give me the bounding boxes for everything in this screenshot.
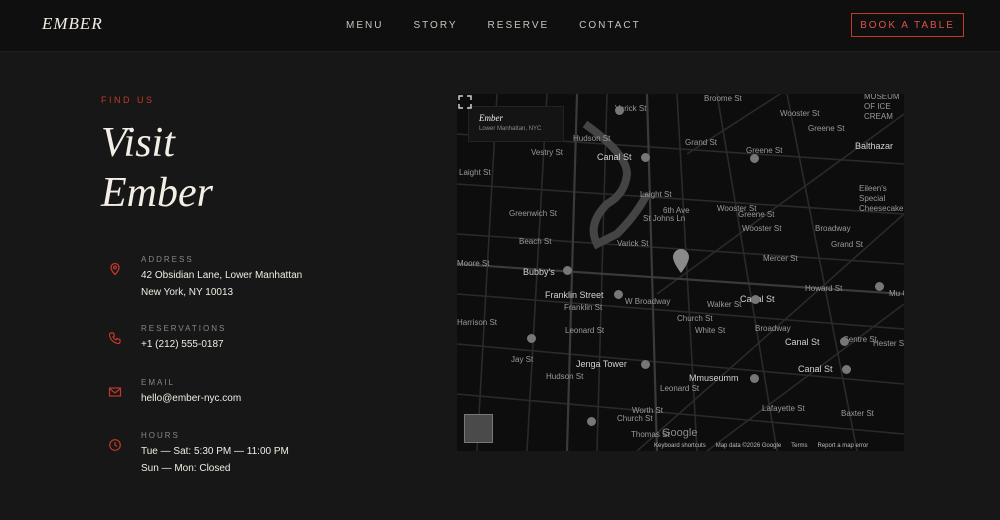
map-place-subtitle: Lower Manhattan, NYC <box>479 126 542 132</box>
map-poi-marker <box>587 417 596 426</box>
map-label: 6th Ave <box>663 206 690 215</box>
map-poi-marker <box>750 374 759 383</box>
map-label: Beach St <box>519 237 552 246</box>
phone-icon <box>108 332 121 345</box>
mail-icon <box>108 387 122 397</box>
map-poi-marker <box>875 282 884 291</box>
map-poi-marker <box>842 365 851 374</box>
map-label: Moore St <box>457 259 490 268</box>
address-line-2: New York, NY 10013 <box>141 287 234 298</box>
map-attribution: Keyboard shortcuts Map data ©2026 Google… <box>654 441 868 451</box>
map-label: Canal St <box>597 152 632 162</box>
map-label: Eileen's Special Cheesecake <box>859 184 904 213</box>
map-label: Howard St <box>805 284 843 293</box>
location-marker-icon[interactable] <box>672 248 690 274</box>
map-label: Canal St <box>798 364 833 374</box>
map-label: Wooster St <box>780 109 820 118</box>
title-line-1: Visit <box>101 120 175 166</box>
map-label: Mercer St <box>763 254 798 263</box>
book-table-button[interactable]: BOOK A TABLE <box>851 13 964 37</box>
address-label: ADDRESS <box>141 255 194 264</box>
map-label: Walker St <box>707 300 742 309</box>
map-label: Hudson St <box>546 372 584 381</box>
map-label: Church St <box>617 414 653 423</box>
map-label: MUSEUM OF ICE CREAM <box>864 94 900 121</box>
map-label: Hester St <box>873 339 904 348</box>
google-logo: Google <box>662 427 698 439</box>
map-place-card[interactable]: Ember Lower Manhattan, NYC <box>468 106 564 142</box>
clock-icon <box>109 439 121 451</box>
map-label: Church St <box>677 314 713 323</box>
map-label: Harrison St <box>457 318 498 327</box>
nav-link-menu[interactable]: MENU <box>346 20 383 31</box>
map-data-text: Map data ©2026 Google <box>715 443 782 449</box>
hours-line-1: Tue — Sat: 5:30 PM — 11:00 PM <box>141 446 289 457</box>
map-label: Laight St <box>640 190 672 199</box>
map-poi-marker <box>563 266 572 275</box>
map-label: Wooster St <box>742 224 782 233</box>
map-poi-marker <box>614 290 623 299</box>
map-label: White St <box>695 326 726 335</box>
location-pin-icon <box>110 262 120 276</box>
map-poi-marker <box>527 334 536 343</box>
map-embed[interactable]: Ember Lower Manhattan, NYC Canal St Laig… <box>457 94 904 451</box>
map-label: Baxter St <box>841 409 874 418</box>
address-line-1: 42 Obsidian Lane, Lower Manhattan <box>141 270 303 281</box>
hours-line-2: Sun — Mon: Closed <box>141 463 231 474</box>
map-label: Grand St <box>685 138 718 147</box>
page-title: Visit Ember <box>101 118 213 218</box>
map-label: Franklin Street <box>545 290 604 300</box>
map-label: Greene St <box>738 210 775 219</box>
map-label: St Johns Ln <box>643 214 686 223</box>
map-poi-marker <box>641 360 650 369</box>
map-poi-marker <box>615 106 624 115</box>
terms-link[interactable]: Terms <box>791 443 807 449</box>
hours-label: HOURS <box>141 431 180 440</box>
map-label: Broome St <box>704 94 742 103</box>
map-label: Laight St <box>459 168 491 177</box>
email-label: EMAIL <box>141 378 176 387</box>
map-label: Bubby's <box>523 267 555 277</box>
map-label: Canal St <box>785 337 820 347</box>
keyboard-shortcuts-link[interactable]: Keyboard shortcuts <box>654 443 706 449</box>
section-kicker: FIND US <box>101 95 155 105</box>
map-label: Mmuseumm <box>689 373 739 383</box>
reservations-phone[interactable]: +1 (212) 555-0187 <box>141 339 224 350</box>
map-label: Broadway <box>755 324 791 333</box>
map-label: Vestry St <box>531 148 564 157</box>
reservations-label: RESERVATIONS <box>141 324 227 333</box>
map-label: Hudson St <box>573 134 611 143</box>
fullscreen-icon[interactable] <box>457 94 473 110</box>
map-label: Jay St <box>511 355 534 364</box>
nav-link-story[interactable]: STORY <box>413 20 457 31</box>
map-label: Lafayette St <box>762 404 805 413</box>
map-poi-marker <box>751 295 760 304</box>
map-label: Leonard St <box>660 384 700 393</box>
map-satellite-toggle[interactable] <box>464 414 493 443</box>
map-poi-marker <box>641 153 650 162</box>
brand-logo[interactable]: EMBER <box>42 14 103 34</box>
email-address[interactable]: hello@ember-nyc.com <box>141 393 241 404</box>
nav-links: MENU STORY RESERVE CONTACT <box>346 20 641 31</box>
nav-link-contact[interactable]: CONTACT <box>579 20 641 31</box>
top-nav: EMBER MENU STORY RESERVE CONTACT BOOK A … <box>0 0 1000 52</box>
map-place-title: Ember <box>479 113 503 123</box>
map-poi-marker <box>840 337 849 346</box>
map-label: Varick St <box>617 239 649 248</box>
map-label: Greenwich St <box>509 209 558 218</box>
title-line-2: Ember <box>101 170 213 216</box>
map-label: W Broadway <box>625 297 671 306</box>
map-label: Jenga Tower <box>576 359 627 369</box>
map-label: Grand St <box>831 240 864 249</box>
map-label: Mu Chi <box>889 289 904 298</box>
nav-link-reserve[interactable]: RESERVE <box>488 20 550 31</box>
map-label: Greene St <box>808 124 845 133</box>
map-label: Broadway <box>815 224 851 233</box>
map-label: Balthazar <box>855 141 894 151</box>
map-poi-marker <box>750 154 759 163</box>
report-error-link[interactable]: Report a map error <box>818 443 869 449</box>
map-label: Franklin St <box>564 303 603 312</box>
map-label: Leonard St <box>565 326 605 335</box>
